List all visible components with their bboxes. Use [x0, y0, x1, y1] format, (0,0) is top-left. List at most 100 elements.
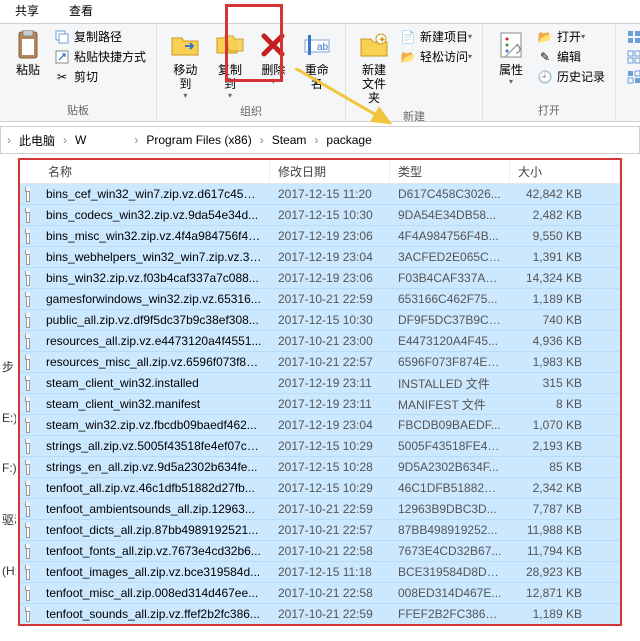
table-row[interactable]: steam_win32.zip.vz.fbcdb09baedf462...201… [20, 415, 620, 436]
col-size[interactable]: 大小 [510, 159, 620, 184]
file-name: gamesforwindows_win32.zip.vz.65316... [38, 292, 270, 306]
file-icon [20, 208, 38, 223]
table-row[interactable]: gamesforwindows_win32.zip.vz.65316...201… [20, 289, 620, 310]
sidebar-item[interactable]: 步 [0, 340, 16, 393]
table-row[interactable]: steam_client_win32.manifest2017-12-19 23… [20, 394, 620, 415]
table-row[interactable]: tenfoot_images_all.zip.vz.bce319584d...2… [20, 562, 620, 583]
file-list: bins_cef_win32_win7.zip.vz.d617c458c...2… [20, 184, 620, 625]
file-type: MANIFEST 文件 [390, 396, 510, 413]
copy-path-button[interactable]: 复制路径 [50, 27, 150, 46]
bc-steam[interactable]: Steam [266, 130, 313, 150]
breadcrumb[interactable]: › 此电脑 › W › Program Files (x86) › Steam … [0, 126, 640, 154]
edit-icon: ✎ [537, 49, 553, 65]
col-name[interactable]: 名称 [20, 159, 270, 184]
file-date: 2017-12-19 23:11 [270, 376, 390, 390]
sidebar-item[interactable]: (H: [0, 546, 16, 596]
select-none-button[interactable]: 全部取 [622, 47, 640, 66]
table-row[interactable]: tenfoot_dicts_all.zip.87bb4989192521...2… [20, 520, 620, 541]
table-row[interactable]: bins_codecs_win32.zip.vz.9da54e34d...201… [20, 205, 620, 226]
table-row[interactable]: steam_client_win32.installed2017-12-19 2… [20, 373, 620, 394]
delete-button[interactable]: 删除▾ [252, 27, 294, 88]
copy-to-button[interactable]: 复制到▾ [208, 27, 253, 102]
file-date: 2017-10-21 22:57 [270, 355, 390, 369]
cut-button[interactable]: ✂剪切 [50, 67, 150, 86]
open-button[interactable]: 📂打开 ▾ [533, 27, 609, 46]
bc-program-files[interactable]: Program Files (x86) [140, 130, 257, 150]
scissors-icon: ✂ [54, 69, 70, 85]
new-item-icon: 📄 [400, 29, 416, 45]
file-type: E4473120A4F45... [390, 334, 510, 348]
file-type: 9DA54E34DB58... [390, 208, 510, 222]
file-size: 9,550 KB [510, 229, 590, 243]
table-row[interactable]: bins_cef_win32_win7.zip.vz.d617c458c...2… [20, 184, 620, 205]
move-to-icon [169, 29, 201, 61]
paste-label: 粘贴 [16, 63, 40, 77]
file-type: FBCDB09BAEDF... [390, 418, 510, 432]
table-row[interactable]: resources_all.zip.vz.e4473120a4f4551...2… [20, 331, 620, 352]
history-button[interactable]: 🕘历史记录 [533, 67, 609, 86]
file-type: 9D5A2302B634F... [390, 460, 510, 474]
table-row[interactable]: tenfoot_ambientsounds_all.zip.12963...20… [20, 499, 620, 520]
new-item-button[interactable]: 📄新建项目 ▾ [396, 27, 476, 46]
sidebar-item[interactable]: 驱动 [0, 493, 16, 546]
move-to-button[interactable]: 移动到▾ [163, 27, 208, 102]
file-size: 2,482 KB [510, 208, 590, 222]
file-date: 2017-12-19 23:06 [270, 271, 390, 285]
table-row[interactable]: public_all.zip.vz.df9f5dc37b9c38ef308...… [20, 310, 620, 331]
file-size: 1,983 KB [510, 355, 590, 369]
file-date: 2017-12-15 10:28 [270, 460, 390, 474]
bc-drive[interactable]: W [69, 130, 92, 150]
table-row[interactable]: tenfoot_misc_all.zip.008ed314d467ee...20… [20, 583, 620, 604]
ribbon-group-organize: 移动到▾ 复制到▾ 删除▾ ab 重命名 组织 [157, 24, 346, 121]
table-row[interactable]: tenfoot_sounds_all.zip.vz.ffef2b2fc386..… [20, 604, 620, 625]
bc-this-pc[interactable]: 此电脑 [13, 129, 61, 152]
file-type: 3ACFED2E065CC... [390, 250, 510, 264]
svg-text:✦: ✦ [378, 35, 386, 46]
table-row[interactable]: strings_all.zip.vz.5005f43518fe4ef07cc..… [20, 436, 620, 457]
bc-chevron-icon[interactable]: › [5, 133, 13, 147]
invert-selection-button[interactable]: 反向选 [622, 67, 640, 86]
col-date[interactable]: 修改日期 [270, 159, 390, 184]
svg-text:ab: ab [317, 42, 329, 53]
select-all-button[interactable]: 全部 [622, 27, 640, 46]
table-row[interactable]: tenfoot_all.zip.vz.46c1dfb51882d27fb...2… [20, 478, 620, 499]
table-row[interactable]: tenfoot_fonts_all.zip.vz.7673e4cd32b6...… [20, 541, 620, 562]
tab-share[interactable]: 共享 [0, 0, 54, 23]
organize-group-label: 组织 [163, 102, 339, 120]
select-none-icon [626, 49, 640, 65]
easy-access-button[interactable]: 📂轻松访问 ▾ [396, 47, 476, 66]
edit-button[interactable]: ✎编辑 [533, 47, 609, 66]
file-icon [20, 460, 38, 475]
file-size: 11,988 KB [510, 523, 590, 537]
easy-access-icon: 📂 [400, 49, 416, 65]
properties-button[interactable]: 属性▾ [489, 27, 533, 88]
file-size: 1,189 KB [510, 607, 590, 621]
file-date: 2017-12-19 23:06 [270, 229, 390, 243]
file-size: 2,193 KB [510, 439, 590, 453]
paste-button[interactable]: 粘贴 [6, 27, 50, 79]
rename-button[interactable]: ab 重命名 [294, 27, 339, 93]
paste-shortcut-button[interactable]: 粘贴快捷方式 [50, 47, 150, 66]
file-name: tenfoot_fonts_all.zip.vz.7673e4cd32b6... [38, 544, 270, 558]
bc-package[interactable]: package [320, 130, 377, 150]
new-folder-button[interactable]: ✦ 新建 文件夹 [352, 27, 396, 107]
sidebar-item[interactable]: F:) [0, 443, 16, 493]
tab-view[interactable]: 查看 [54, 0, 108, 23]
sidebar-item[interactable]: E:) [0, 393, 16, 443]
file-type: 6596F073F874E6... [390, 355, 510, 369]
file-icon [20, 334, 38, 349]
file-icon [20, 376, 38, 391]
table-row[interactable]: resources_misc_all.zip.vz.6596f073f87...… [20, 352, 620, 373]
table-row[interactable]: bins_misc_win32.zip.vz.4f4a984756f4b...2… [20, 226, 620, 247]
table-row[interactable]: strings_en_all.zip.vz.9d5a2302b634fe...2… [20, 457, 620, 478]
table-row[interactable]: bins_win32.zip.vz.f03b4caf337a7c088...20… [20, 268, 620, 289]
file-name: strings_all.zip.vz.5005f43518fe4ef07cc..… [38, 439, 270, 453]
col-type[interactable]: 类型 [390, 159, 510, 184]
file-date: 2017-12-19 23:11 [270, 397, 390, 411]
file-size: 42,842 KB [510, 187, 590, 201]
new-folder-icon: ✦ [358, 29, 390, 61]
file-date: 2017-12-19 23:04 [270, 250, 390, 264]
file-date: 2017-12-15 10:29 [270, 481, 390, 495]
file-type: INSTALLED 文件 [390, 375, 510, 392]
table-row[interactable]: bins_webhelpers_win32_win7.zip.vz.3a...2… [20, 247, 620, 268]
